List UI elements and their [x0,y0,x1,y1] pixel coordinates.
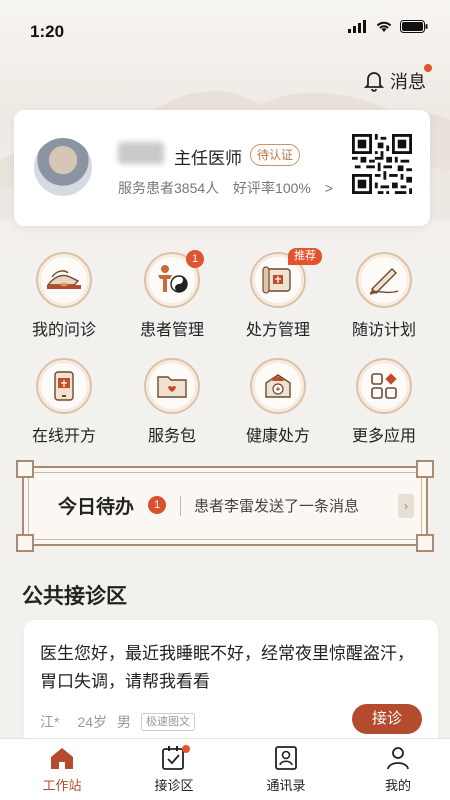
grid-item-online-prescribe[interactable]: 在线开方 [14,358,114,446]
prescription-manage-icon [262,266,291,294]
consultation-card[interactable]: 医生您好，最近我睡眠不好，经常夜里惊醒盗汗，胃口失调，请帮我看看 江* 24岁 … [24,620,438,750]
more-apps-icon [371,373,397,399]
tab-mine[interactable]: 我的 [358,745,438,794]
doctor-stats: 服务患者3854人 好评率100% > [118,178,343,198]
chevron-right-icon[interactable]: › [398,494,414,518]
grid-item-more-apps[interactable]: 更多应用 [334,358,434,446]
grid-label: 患者管理 [139,322,204,339]
signal-icon [348,20,366,33]
patient-count: 服务患者3854人 [118,180,220,196]
avatar [34,138,92,196]
tab-contacts[interactable]: 通讯录 [246,745,326,794]
frame-corner [16,534,34,552]
grid-label: 健康处方 [245,428,310,445]
status-badge: 待认证 [250,144,301,166]
message-dot [424,64,432,72]
section-title: 公共接诊区 [22,585,127,608]
doctor-name-blurred [118,142,164,164]
message-button[interactable]: 消息 [364,64,432,94]
message-label: 消息 [390,72,426,92]
grid-label: 服务包 [147,428,196,445]
qr-code-icon[interactable] [352,134,412,194]
service-package-icon [157,376,187,398]
todo-title: 今日待办 [58,497,135,518]
tab-dot [182,745,190,753]
patient-manage-icon [158,265,188,293]
tab-consultation-area[interactable]: 接诊区 [134,745,214,794]
tab-label: 我的 [384,778,411,793]
frame-corner [16,460,34,478]
grid-item-health-prescription[interactable]: 健康处方 [228,358,328,446]
frame-corner [416,460,434,478]
accept-button[interactable]: 接诊 [352,704,422,734]
status-time: 1:20 [30,22,65,41]
todo-message: 患者李雷发送了一条消息 [194,498,360,515]
consult-type-tag: 极速图文 [141,713,196,731]
online-prescribe-icon [54,371,74,401]
followup-icon [369,268,399,295]
patient-age: 24岁 [77,714,108,730]
status-bar: 1:20 [0,0,450,60]
contacts-icon [275,746,297,770]
consultation-text: 医生您好，最近我睡眠不好，经常夜里惊醒盗汗，胃口失调，请帮我看看 [40,644,414,691]
patient-meta: 江* 24岁 男 极速图文 [40,712,196,732]
tab-workstation[interactable]: 工作站 [22,745,102,794]
battery-icon [400,20,428,33]
frame-corner [416,534,434,552]
recommend-tag: 推荐 [288,248,322,265]
grid-item-followup-plan[interactable]: 随访计划 [334,252,434,340]
todo-divider [180,496,181,516]
patient-gender: 男 [117,714,132,730]
rating: 好评率100% [233,180,311,196]
grid-item-prescription-management[interactable]: 推荐 处方管理 [228,248,328,340]
grid-label: 处方管理 [245,322,310,339]
patient-name: 江* [40,714,60,730]
today-todo-banner[interactable]: 今日待办 1 患者李雷发送了一条消息 › [16,460,434,552]
profile-icon [387,747,409,770]
home-icon [51,748,73,769]
tab-label: 通讯录 [266,778,306,793]
grid-label: 更多应用 [351,428,416,445]
tab-label: 接诊区 [154,778,194,793]
status-icons [348,20,428,33]
grid-label: 在线开方 [31,428,96,445]
health-prescription-icon [265,374,291,398]
grid-item-service-package[interactable]: 服务包 [122,358,222,446]
bell-icon [364,72,384,92]
grid-label: 随访计划 [351,322,416,339]
todo-count-badge: 1 [148,496,166,514]
chevron-right-icon: > [324,180,333,196]
patient-badge: 1 [186,250,204,268]
tab-label: 工作站 [42,778,82,793]
consult-icon [46,270,81,289]
grid-item-consultation[interactable]: 我的问诊 [14,252,114,340]
grid-item-patient-management[interactable]: 1 患者管理 [122,250,222,340]
wifi-icon [376,21,392,32]
bottom-tab-bar: 工作站 接诊区 通讯录 我的 [0,738,450,800]
grid-label: 我的问诊 [31,322,96,339]
doctor-profile-card[interactable]: 主任医师 待认证 服务患者3854人 好评率100% > [14,110,430,226]
doctor-title: 主任医师 [174,149,242,168]
